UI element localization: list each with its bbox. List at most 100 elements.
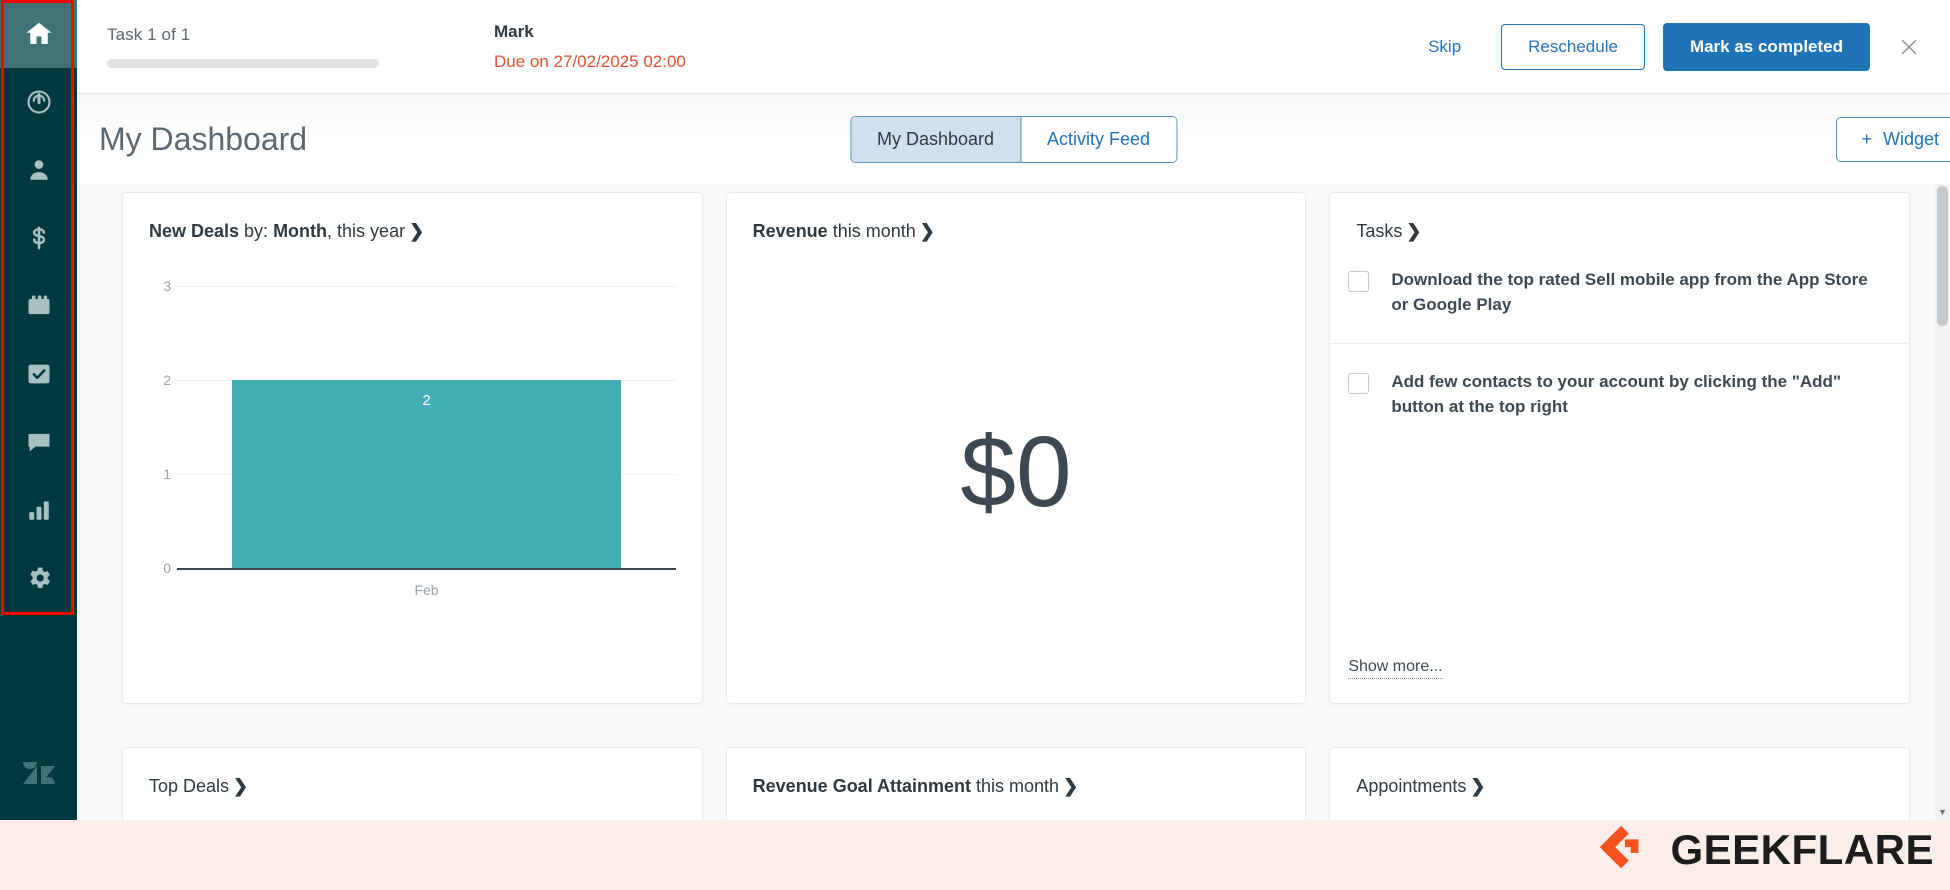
chevron-right-icon: ❯	[233, 776, 249, 796]
close-icon[interactable]	[1892, 30, 1926, 64]
revenue-body: $0	[727, 242, 1306, 703]
sidebar-item-tasks[interactable]	[0, 340, 77, 408]
dashboard-canvas: New Deals by: Month, this year ❯ 0 1 2 3 2 Feb…	[77, 184, 1950, 820]
task-actions: Skip Reschedule Mark as completed	[1412, 22, 1950, 71]
widget-grid: New Deals by: Month, this year ❯ 0 1 2 3 2 Feb…	[77, 184, 1950, 820]
lead-target-icon	[25, 88, 53, 116]
widget-appointments-title-text: Appointments	[1356, 776, 1467, 796]
chart-bar[interactable]: 2	[231, 380, 622, 568]
widget-appointments: Appointments ❯	[1329, 747, 1910, 820]
scrollbar-thumb[interactable]	[1937, 186, 1948, 326]
scroll-down-icon[interactable]: ▼	[1935, 804, 1950, 820]
widget-revenue-goal-header: Revenue Goal Attainment this month ❯	[727, 748, 1306, 797]
tab-activity-feed[interactable]: Activity Feed	[1020, 116, 1177, 162]
widget-revenue: Revenue this month ❯ $0	[725, 192, 1307, 704]
widget-tasks: Tasks ❯ Download the top rated Sell mobil…	[1329, 192, 1910, 704]
add-widget-label: Widget	[1882, 128, 1939, 149]
widget-revenue-goal-title-main: Revenue Goal Attainment	[752, 776, 972, 796]
dashboard-tab-group: My Dashboard Activity Feed	[849, 115, 1178, 163]
widget-tasks-title-text: Tasks	[1356, 221, 1403, 241]
sidebar-item-contacts[interactable]	[0, 136, 77, 204]
vertical-scrollbar[interactable]: ▲ ▼	[1935, 184, 1950, 820]
widget-revenue-goal-attainment: Revenue Goal Attainment this month ❯	[725, 747, 1307, 820]
gear-icon	[25, 564, 53, 592]
widget-new-deals-title-group: Month	[273, 221, 328, 241]
checkbox-check-icon	[25, 360, 53, 388]
task-list: Download the top rated Sell mobile app f…	[1330, 242, 1909, 703]
bar-chart-icon	[26, 497, 52, 523]
reschedule-button[interactable]: Reschedule	[1501, 23, 1645, 70]
task-detail-group: Mark Due on 27/02/2025 02:00	[494, 22, 686, 72]
chevron-right-icon: ❯	[409, 221, 425, 241]
widget-new-deals-title-main: New Deals	[149, 221, 240, 241]
task-banner: Task 1 of 1 Mark Due on 27/02/2025 02:00…	[77, 0, 1950, 94]
sidebar-item-deals[interactable]	[0, 204, 77, 272]
widget-new-deals-title[interactable]: New Deals by: Month, this year ❯	[149, 221, 676, 242]
widget-top-deals-title[interactable]: Top Deals ❯	[149, 776, 676, 797]
chart-y-tick-label: 1	[163, 466, 171, 482]
task-name: Mark	[494, 21, 534, 41]
widget-tasks-header: Tasks ❯	[1330, 193, 1909, 242]
chevron-right-icon: ❯	[1406, 221, 1422, 241]
chevron-right-icon: ❯	[1063, 776, 1079, 796]
sidebar-item-settings[interactable]	[0, 544, 77, 612]
task-list-item: Download the top rated Sell mobile app f…	[1330, 242, 1909, 345]
widget-revenue-title-main: Revenue	[752, 221, 828, 241]
widget-revenue-header: Revenue this month ❯	[727, 193, 1306, 242]
widget-appointments-header: Appointments ❯	[1330, 748, 1909, 797]
show-more-link[interactable]: Show more...	[1348, 658, 1443, 679]
skip-button[interactable]: Skip	[1412, 27, 1477, 67]
new-deals-chart: 0 1 2 3 2 Feb	[123, 242, 702, 703]
mark-as-completed-button[interactable]: Mark as completed	[1662, 22, 1870, 71]
geekflare-logo-icon	[1600, 825, 1639, 869]
task-counter: Task 1 of 1	[107, 25, 191, 44]
widget-top-deals-title-text: Top Deals	[149, 776, 230, 796]
task-checkbox[interactable]	[1348, 271, 1370, 292]
sidebar-item-leads[interactable]	[0, 68, 77, 136]
dashboard-header: My Dashboard My Dashboard Activity Feed …	[77, 94, 1950, 184]
chevron-right-icon: ❯	[1470, 776, 1486, 796]
widget-revenue-title-period: this month	[827, 221, 916, 241]
widget-new-deals-title-by: by:	[239, 221, 274, 241]
sidebar-item-communication[interactable]	[0, 408, 77, 476]
show-more-wrap: Show more...	[1330, 658, 1909, 703]
task-progress-bar	[107, 59, 379, 68]
chart-x-axis	[177, 568, 676, 570]
chart-bar-value-label: 2	[422, 392, 431, 409]
app-root: Task 1 of 1 Mark Due on 27/02/2025 02:00…	[0, 0, 1950, 890]
watermark-text: GEEKFLARE	[1670, 826, 1934, 873]
add-widget-button[interactable]: + Widget	[1836, 116, 1950, 162]
tab-my-dashboard[interactable]: My Dashboard	[850, 116, 1021, 162]
task-item-label: Download the top rated Sell mobile app f…	[1391, 270, 1868, 314]
revenue-value: $0	[960, 416, 1072, 528]
task-checkbox[interactable]	[1348, 373, 1370, 395]
calendar-icon	[25, 292, 53, 320]
left-sidebar	[0, 0, 77, 820]
widget-new-deals: New Deals by: Month, this year ❯ 0 1 2 3 2 Feb	[122, 192, 703, 704]
widget-top-deals: Top Deals ❯	[122, 747, 703, 820]
widget-new-deals-header: New Deals by: Month, this year ❯	[123, 193, 702, 242]
chart-gridline	[177, 286, 676, 287]
home-icon	[24, 19, 54, 49]
chevron-right-icon: ❯	[919, 221, 935, 241]
chart-y-tick-label: 3	[163, 278, 171, 294]
chart-y-tick-label: 0	[163, 560, 171, 576]
zendesk-logo	[0, 730, 77, 820]
sidebar-item-calendar[interactable]	[0, 272, 77, 340]
sidebar-item-home[interactable]	[0, 0, 77, 68]
widget-tasks-title[interactable]: Tasks ❯	[1356, 221, 1883, 242]
widget-top-deals-header: Top Deals ❯	[123, 748, 702, 797]
task-list-item: Add few contacts to your account by clic…	[1330, 344, 1909, 445]
watermark: GEEKFLARE	[1592, 822, 1934, 878]
person-icon	[26, 157, 52, 183]
widget-new-deals-title-period: , this year	[327, 221, 406, 241]
widget-revenue-goal-title[interactable]: Revenue Goal Attainment this month ❯	[753, 776, 1280, 797]
dollar-icon	[26, 225, 52, 251]
sidebar-item-reports[interactable]	[0, 476, 77, 544]
plus-icon: +	[1861, 128, 1872, 149]
widget-appointments-title[interactable]: Appointments ❯	[1356, 776, 1883, 797]
widget-revenue-title[interactable]: Revenue this month ❯	[753, 221, 1280, 242]
task-due-date: Due on 27/02/2025 02:00	[494, 51, 686, 71]
footer-band: GEEKFLARE	[0, 820, 1950, 890]
task-item-label: Add few contacts to your account by clic…	[1391, 372, 1841, 416]
